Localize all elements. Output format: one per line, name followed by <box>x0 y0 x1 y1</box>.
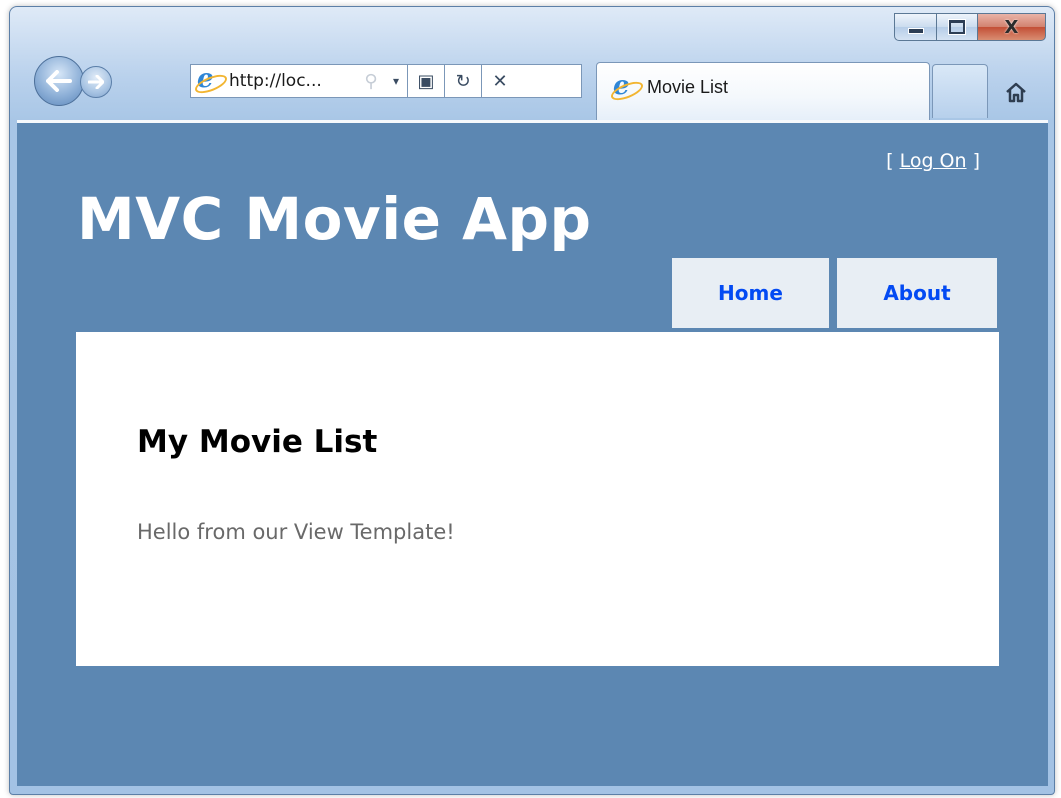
home-button[interactable] <box>998 74 1034 110</box>
refresh-button[interactable]: ↻ <box>445 64 481 98</box>
menu-item-home[interactable]: Home <box>672 258 829 328</box>
minimize-icon <box>907 28 924 34</box>
navigation-buttons <box>34 56 112 106</box>
address-dropdown-icon[interactable]: ▾ <box>385 74 407 88</box>
stop-button[interactable]: ✕ <box>482 64 518 98</box>
search-icon[interactable]: ⚲ <box>357 71 385 92</box>
compatibility-view-button[interactable]: ▣ <box>408 64 444 98</box>
close-icon: X <box>1004 16 1019 38</box>
new-tab-button[interactable] <box>932 64 988 118</box>
login-bracket-open: [ <box>886 150 900 172</box>
login-bracket-close: ] <box>966 150 980 172</box>
ie-logo-icon: e <box>192 64 230 97</box>
address-url[interactable]: http://loc... <box>229 71 357 91</box>
maximize-icon <box>948 19 966 35</box>
maximize-button[interactable] <box>936 13 978 41</box>
main-menu: Home About <box>672 258 997 328</box>
address-bar[interactable]: e http://loc... ⚲ ▾ ▣ ↻ ✕ <box>190 64 582 98</box>
back-button[interactable] <box>34 56 84 106</box>
menu-item-about[interactable]: About <box>837 258 997 328</box>
page-viewport: [ Log On ] MVC Movie App Home About My M… <box>17 120 1048 786</box>
main-content: My Movie List Hello from our View Templa… <box>76 332 999 666</box>
site-title: MVC Movie App <box>77 185 592 253</box>
page-heading: My Movie List <box>137 424 378 460</box>
window-caption-buttons: X <box>894 13 1046 41</box>
login-display: [ Log On ] <box>886 150 980 172</box>
tab-title: Movie List <box>647 77 729 97</box>
forward-arrow-icon <box>88 75 104 89</box>
tab-movie-list[interactable]: e Movie List <box>596 62 930 120</box>
minimize-button[interactable] <box>894 13 936 41</box>
close-window-button[interactable]: X <box>978 13 1046 41</box>
body-text: Hello from our View Template! <box>137 520 455 544</box>
forward-button[interactable] <box>80 66 112 98</box>
home-icon <box>1006 82 1026 103</box>
tab-favicon-icon: e <box>608 71 646 104</box>
back-arrow-icon <box>46 70 72 92</box>
log-on-link[interactable]: Log On <box>900 150 967 172</box>
